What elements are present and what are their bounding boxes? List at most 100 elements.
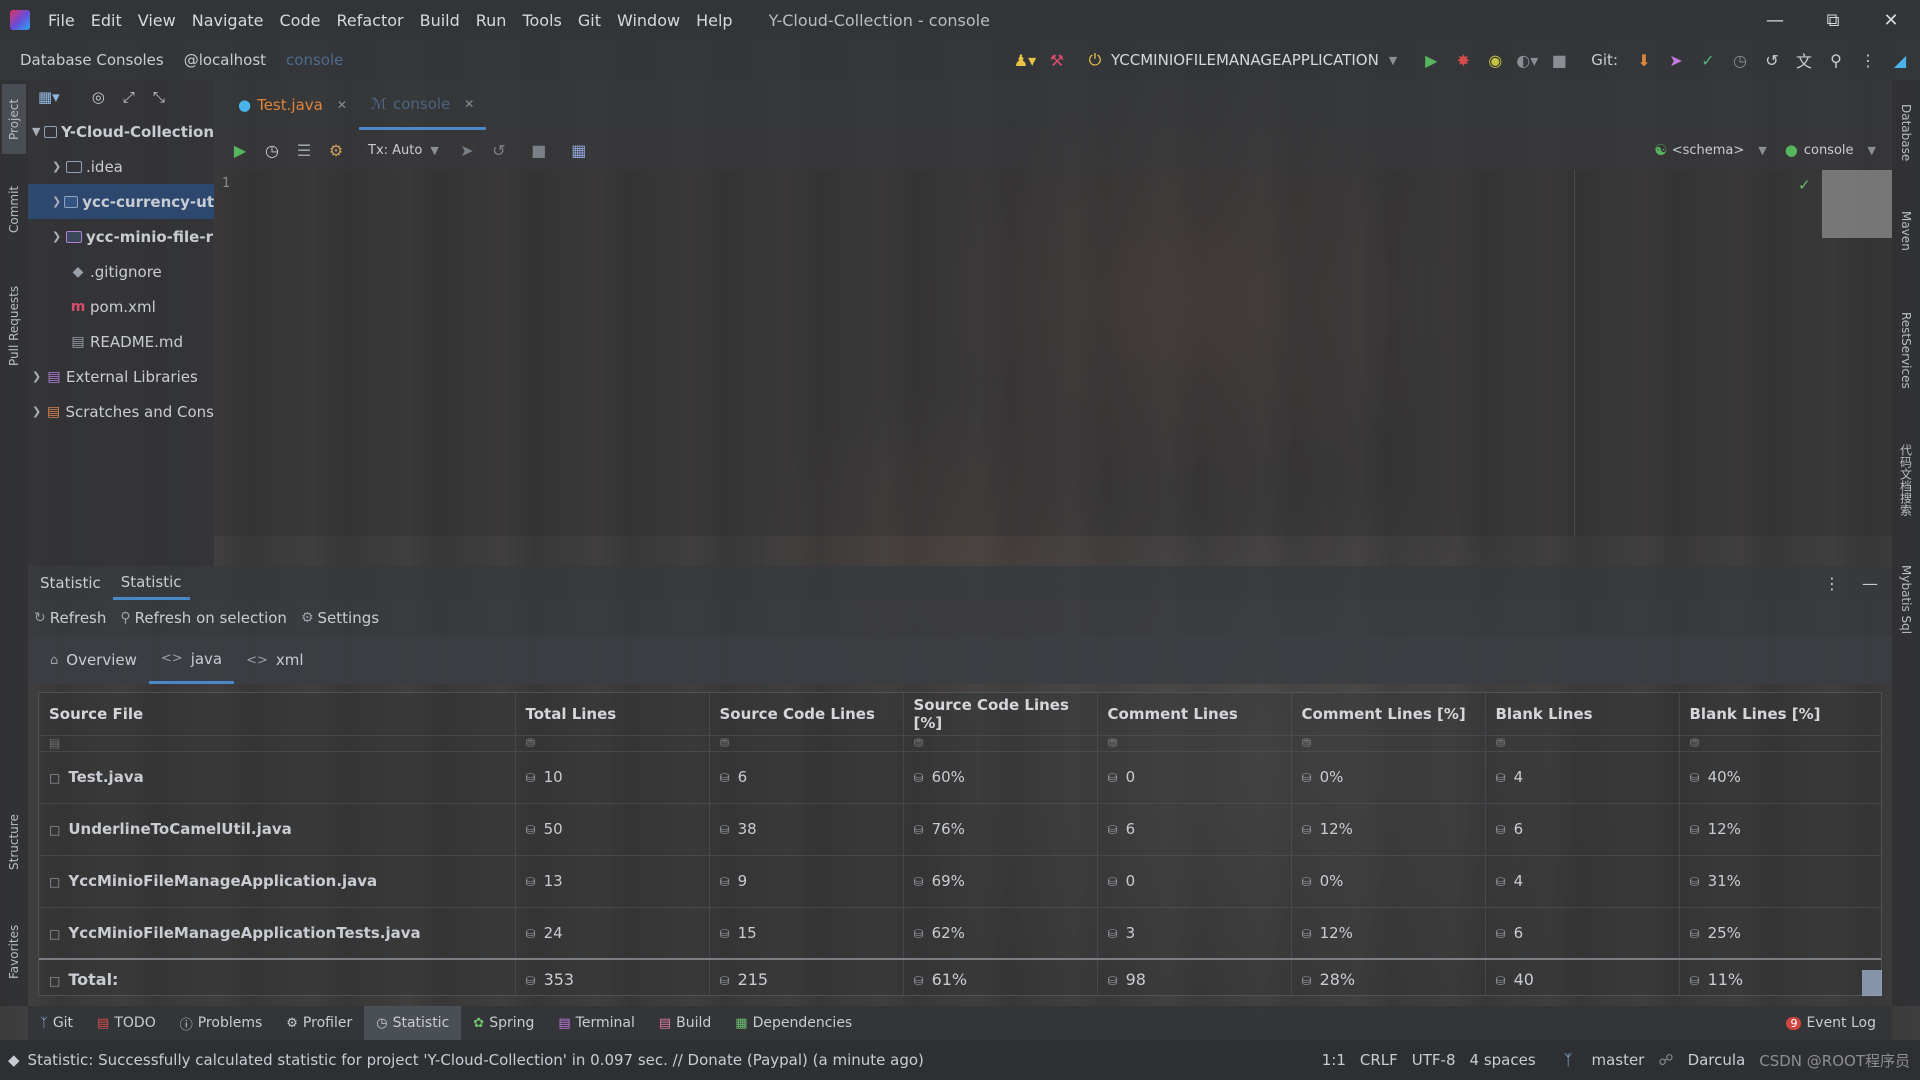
file-encoding[interactable]: UTF-8: [1412, 1051, 1456, 1069]
column-header[interactable]: Comment Lines: [1097, 693, 1292, 735]
sql-editor[interactable]: 1 ✓: [214, 170, 1892, 536]
execute-icon[interactable]: ▶: [226, 136, 254, 164]
coverage-icon[interactable]: ◉: [1481, 46, 1509, 74]
table-row[interactable]: □ Test.java ⛁ 10 ⛁ 6 ⛁ 60% ⛁ 0 ⛁ 0% ⛁ 4 ⛁ 40%: [39, 750, 1881, 803]
menu-window[interactable]: Window: [609, 11, 688, 30]
tool-window-build[interactable]: ▤ Build: [647, 1006, 723, 1040]
tool-tab-database[interactable]: Database: [1894, 90, 1918, 176]
breadcrumb-database-consoles[interactable]: Database Consoles: [10, 51, 174, 69]
locate-icon[interactable]: ◎: [92, 88, 105, 106]
close-window-button[interactable]: ✕: [1862, 0, 1920, 40]
theme-label[interactable]: Darcula: [1688, 1051, 1746, 1069]
git-update-icon[interactable]: ⬇: [1630, 46, 1658, 74]
tool-tab-mybatis-sql[interactable]: Mybatis Sql: [1894, 550, 1918, 650]
column-header[interactable]: Blank Lines [%]: [1679, 693, 1881, 735]
settings-button[interactable]: ⚙ Settings: [301, 609, 379, 627]
menu-refactor[interactable]: Refactor: [328, 11, 411, 30]
translate-icon[interactable]: 文: [1790, 46, 1818, 74]
close-icon[interactable]: ✕: [464, 97, 474, 111]
table-row[interactable]: □ UnderlineToCamelUtil.java ⛁ 50 ⛁ 38 ⛁ 76% ⛁ 6 ⛁ 1…: [39, 802, 1881, 855]
git-push-icon[interactable]: ➤: [1662, 46, 1690, 74]
search-icon[interactable]: ⚲: [1822, 46, 1850, 74]
editor-tab-console[interactable]: ℳ console ✕: [358, 80, 487, 130]
restore-button[interactable]: ⧉: [1804, 0, 1862, 40]
stop-icon[interactable]: ■: [525, 136, 553, 164]
plugin-logo-icon[interactable]: ◢: [1886, 46, 1914, 74]
console-selector[interactable]: console: [1804, 143, 1854, 158]
menu-run[interactable]: Run: [468, 11, 515, 30]
column-header[interactable]: Source File: [39, 693, 516, 735]
tool-window-terminal[interactable]: ▤ Terminal: [546, 1006, 646, 1040]
tool-window-profiler[interactable]: ⚙ Profiler: [274, 1006, 364, 1040]
git-commit-icon[interactable]: ✓: [1694, 46, 1722, 74]
menu-help[interactable]: Help: [688, 11, 740, 30]
column-header[interactable]: Blank Lines: [1485, 693, 1680, 735]
debug-icon[interactable]: ✸: [1449, 46, 1477, 74]
git-branch[interactable]: ᛉ master: [1550, 1051, 1645, 1069]
event-log-button[interactable]: 9 Event Log: [1786, 1006, 1876, 1040]
tool-window-todo[interactable]: ▤ TODO: [85, 1006, 168, 1040]
menu-code[interactable]: Code: [272, 11, 329, 30]
tab-xml[interactable]: <> xml: [234, 636, 315, 684]
tool-tab-pull-requests[interactable]: Pull Requests: [2, 276, 26, 376]
breadcrumb-console[interactable]: console: [276, 51, 353, 69]
menu-edit[interactable]: Edit: [83, 11, 130, 30]
tool-tab-favorites[interactable]: Favorites: [2, 910, 26, 994]
menu-build[interactable]: Build: [412, 11, 468, 30]
tab-overview[interactable]: ⌂ Overview: [38, 636, 149, 684]
commit-icon[interactable]: ➤: [453, 136, 481, 164]
menu-git[interactable]: Git: [570, 11, 609, 30]
profile-icon[interactable]: ◐▾: [1513, 46, 1541, 74]
users-icon[interactable]: ♟▾: [1011, 46, 1039, 74]
stop-icon[interactable]: ■: [1545, 46, 1573, 74]
tool-window-dependencies[interactable]: ▦ Dependencies: [723, 1006, 864, 1040]
menu-navigate[interactable]: Navigate: [184, 11, 272, 30]
tool-tab-commit[interactable]: Commit: [2, 176, 26, 242]
menu-tools[interactable]: Tools: [514, 11, 569, 30]
table-total-row[interactable]: □ Total: ⛁ 353 ⛁ 215 ⛁ 61% ⛁ 98 ⛁ 28% ⛁ 40 ⛁ 11%: [39, 958, 1881, 995]
expand-all-icon[interactable]: ⤢: [123, 88, 135, 106]
more-options-icon[interactable]: ⋮: [1824, 574, 1840, 593]
editor-tab-test-java[interactable]: ● Test.java ✕: [226, 80, 359, 130]
close-icon[interactable]: ✕: [337, 98, 347, 112]
hammer-icon[interactable]: ⚒: [1043, 46, 1071, 74]
indent-setting[interactable]: 4 spaces: [1470, 1051, 1536, 1069]
menu-file[interactable]: File: [40, 11, 83, 30]
table-view-icon[interactable]: ▦: [565, 136, 593, 164]
status-message[interactable]: Statistic: Successfully calculated stati…: [28, 1051, 924, 1069]
tree-item-readme[interactable]: ▤ README.md: [28, 324, 214, 359]
table-row[interactable]: □ YccMinioFileManageApplicationTests.java…: [39, 906, 1881, 959]
breadcrumb-localhost[interactable]: @localhost: [174, 51, 276, 69]
column-header[interactable]: Source Code Lines [%]: [903, 693, 1098, 735]
tool-tab-doc-search[interactable]: 代码文档搜索: [1894, 430, 1918, 530]
table-scroll-thumb[interactable]: [1862, 970, 1882, 996]
tree-item-gitignore[interactable]: ◆ .gitignore: [28, 254, 214, 289]
tool-window-statistic[interactable]: ◷ Statistic: [364, 1006, 462, 1040]
refresh-on-selection-button[interactable]: ⚲ Refresh on selection: [120, 609, 287, 627]
hide-icon[interactable]: —: [1862, 574, 1878, 593]
run-configuration-selector[interactable]: ⏻ YCCMINIOFILEMANAGEAPPLICATION ▼: [1079, 46, 1398, 74]
tool-window-spring[interactable]: ✿ Spring: [461, 1006, 546, 1040]
table-row[interactable]: □ YccMinioFileManageApplication.java ⛁ 13 ⛁ 9…: [39, 854, 1881, 907]
history-icon[interactable]: ◷: [1726, 46, 1754, 74]
lock-icon[interactable]: ☍: [1658, 1051, 1673, 1069]
column-header[interactable]: Total Lines: [515, 693, 710, 735]
tree-item-idea[interactable]: ❯ .idea: [28, 149, 214, 184]
editor-scroll-thumb[interactable]: [1822, 170, 1892, 238]
more-options-icon[interactable]: ⋮: [1854, 46, 1882, 74]
tool-tab-rest-services[interactable]: RestServices: [1894, 290, 1918, 410]
tool-tab-project[interactable]: Project: [2, 84, 26, 154]
history-icon[interactable]: ◷: [258, 136, 286, 164]
tool-window-git[interactable]: ᛉ Git: [28, 1006, 85, 1040]
menu-view[interactable]: View: [130, 11, 184, 30]
line-separator[interactable]: CRLF: [1360, 1051, 1398, 1069]
rollback-icon[interactable]: ↺: [1758, 46, 1786, 74]
tree-item-root[interactable]: ▼ Y-Cloud-Collection: [28, 114, 214, 149]
minimize-button[interactable]: —: [1746, 0, 1804, 40]
status-toggle-icon[interactable]: ◆: [8, 1051, 20, 1069]
settings-gear-icon[interactable]: ⚙: [322, 136, 350, 164]
tree-item-pom[interactable]: m pom.xml: [28, 289, 214, 324]
rollback-icon[interactable]: ↺: [485, 136, 513, 164]
column-header[interactable]: Comment Lines [%]: [1291, 693, 1486, 735]
collapse-all-icon[interactable]: ⤡: [153, 88, 165, 106]
